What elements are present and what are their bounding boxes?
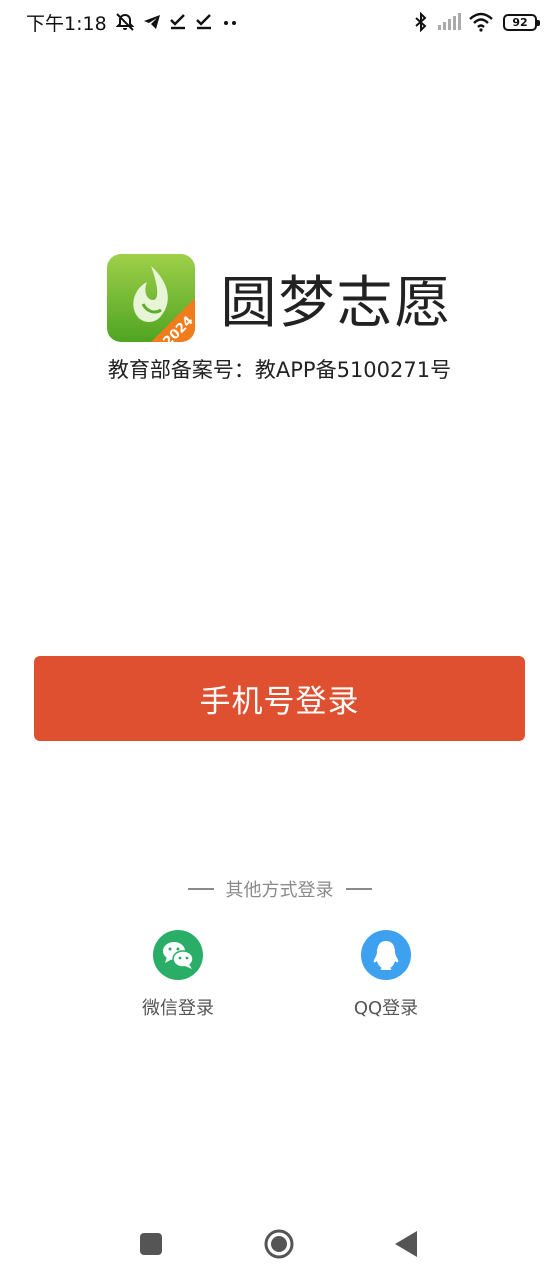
check-download-icon (195, 13, 213, 31)
wifi-icon (469, 12, 493, 32)
battery-level: 92 (512, 15, 528, 29)
more-dots-icon (221, 13, 239, 31)
qq-login-button[interactable]: QQ登录 (326, 930, 446, 1020)
check-download-icon (169, 13, 187, 31)
back-triangle-icon[interactable] (384, 1222, 428, 1266)
divider-line-left (187, 888, 214, 890)
login-screen: 下午1:18 92 2024 圆梦志愿 教育部备案号：教APP备5100271号… (0, 0, 559, 1280)
record-number: 教育部备案号：教APP备5100271号 (107, 358, 452, 382)
brand-header: 2024 圆梦志愿 (0, 254, 559, 342)
status-time: 下午1:18 (26, 12, 107, 35)
telegram-icon (143, 13, 161, 31)
divider-line-right (345, 888, 372, 890)
recents-square-icon[interactable] (129, 1222, 173, 1266)
mute-bell-icon (115, 12, 135, 32)
qq-icon[interactable] (361, 930, 411, 980)
qq-login-label[interactable]: QQ登录 (354, 994, 418, 1020)
home-circle-icon[interactable] (257, 1222, 301, 1266)
status-bar: 下午1:18 92 (0, 0, 559, 44)
bluetooth-icon (413, 12, 429, 32)
app-logo-icon: 2024 (106, 254, 195, 342)
other-methods-label: 其他方式登录 (225, 880, 334, 901)
signal-icon (437, 13, 461, 31)
wechat-login-label[interactable]: 微信登录 (142, 994, 214, 1020)
app-name: 圆梦志愿 (220, 270, 453, 336)
other-methods-divider: 其他方式登录 (0, 876, 559, 902)
navigation-bar (0, 1222, 559, 1266)
wechat-icon[interactable] (153, 930, 203, 980)
battery-icon: 92 (503, 13, 540, 31)
status-bar-left: 下午1:18 (26, 9, 239, 36)
status-bar-right: 92 (413, 12, 540, 32)
wechat-login-button[interactable]: 微信登录 (118, 930, 238, 1020)
phone-login-button[interactable]: 手机号登录 (34, 656, 525, 741)
